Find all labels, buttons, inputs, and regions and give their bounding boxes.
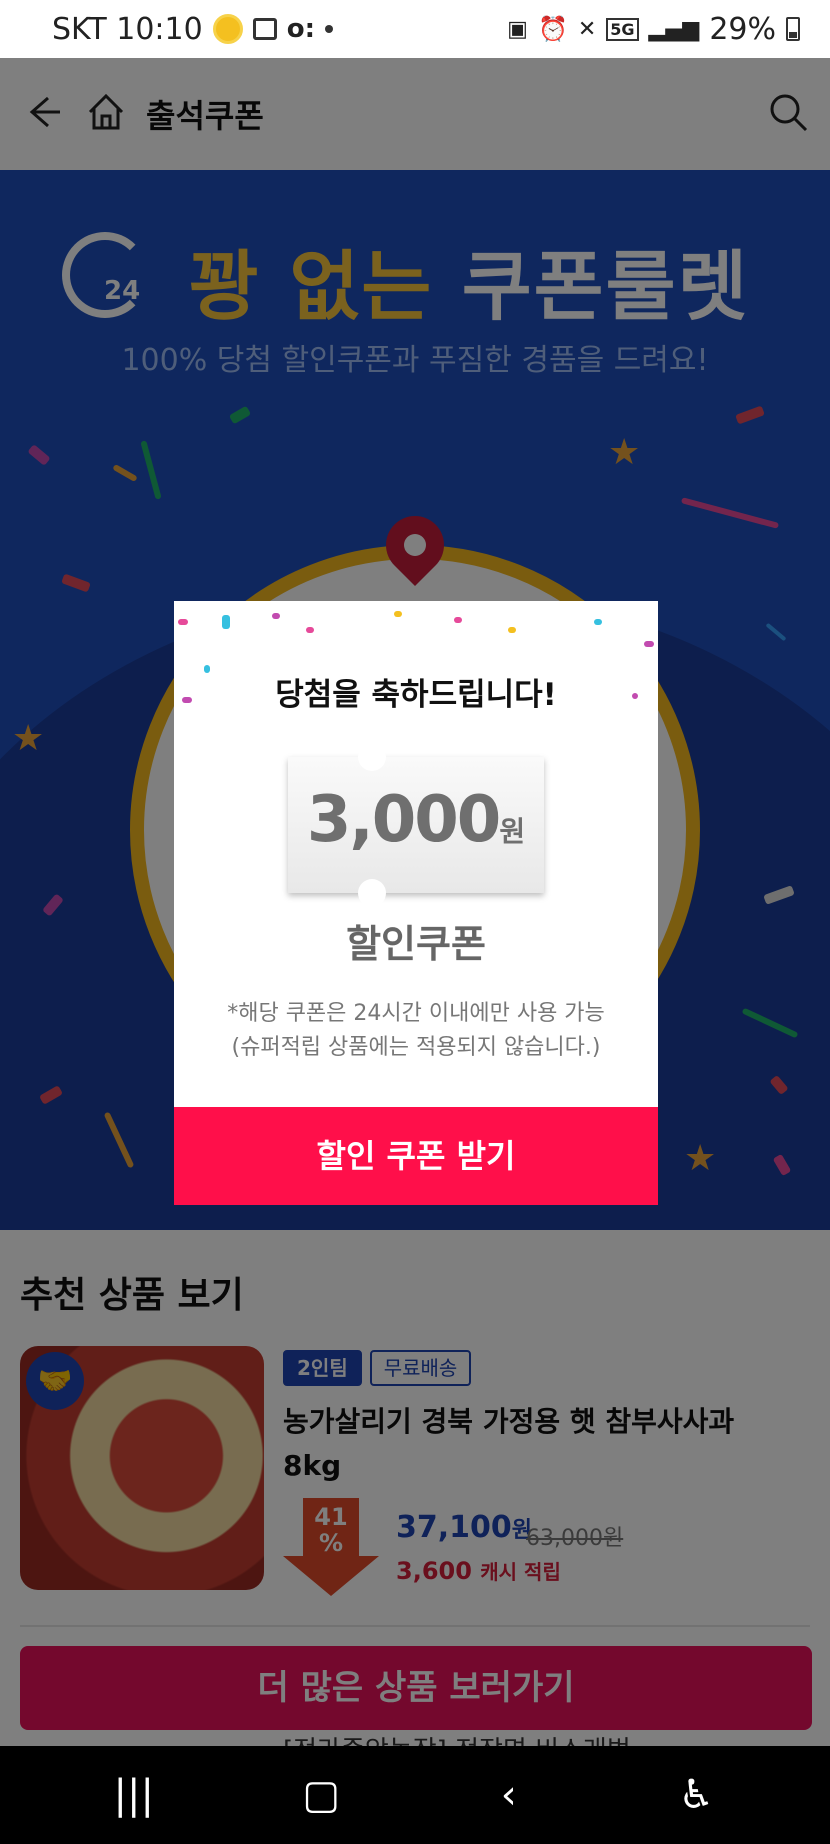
confetti (178, 619, 188, 625)
accessibility-icon[interactable]: ♿ (656, 1772, 736, 1818)
confetti (394, 611, 402, 617)
confetti (306, 627, 314, 633)
battery-icon (786, 17, 800, 41)
confetti (222, 615, 230, 629)
alarm-icon: ⏰ (537, 15, 568, 43)
coupon-amount-value: 3,000 (306, 783, 501, 857)
confetti (272, 613, 280, 619)
coupon-amount: 3,000원 (288, 783, 544, 857)
coupon-ticket: 3,000원 (288, 743, 544, 907)
win-coupon-modal: 당첨을 축하드립니다! 3,000원 할인쿠폰 *해당 쿠폰은 24시간 이내에… (174, 601, 658, 1205)
coupon-label: 할인쿠폰 (346, 922, 486, 966)
modal-title: 당첨을 축하드립니다! (275, 677, 557, 713)
battery-percent: 29% (709, 11, 776, 47)
home-button-icon[interactable]: ▢ (281, 1772, 361, 1818)
confetti (508, 627, 516, 633)
coupon-notice-line1: *해당 쿠폰은 24시간 이내에만 사용 가능 (227, 1001, 605, 1026)
back-button-icon[interactable]: ‹ (469, 1772, 549, 1818)
recent-apps-icon[interactable]: ||| (94, 1772, 174, 1818)
link-icon: o: (286, 14, 315, 44)
mute-icon: ✕ (577, 16, 597, 42)
confetti (644, 641, 654, 647)
coupon-amount-unit: 원 (499, 815, 526, 848)
carrier-time: SKT 10:10 (52, 11, 203, 47)
get-coupon-button[interactable]: 할인 쿠폰 받기 (174, 1107, 658, 1205)
coupon-notice-line2: (슈퍼적립 상품에는 적용되지 않습니다.) (231, 1035, 601, 1060)
confetti (454, 617, 462, 623)
status-bar: SKT 10:10 o: ▣ ⏰ ✕ 5G ▂▄▆ 29% (0, 0, 830, 58)
system-nav-bar: ||| ▢ ‹ ♿ (0, 1746, 830, 1844)
network-type: 5G (606, 17, 639, 41)
coupon-notice: *해당 쿠폰은 24시간 이내에만 사용 가능 (슈퍼적립 상품에는 적용되지 … (174, 997, 658, 1065)
confetti (594, 619, 602, 625)
gallery-icon (252, 18, 277, 40)
more-notifications-icon (324, 25, 333, 33)
nfc-icon: ▣ (507, 16, 528, 42)
weather-sun-icon (212, 14, 243, 44)
signal-icon: ▂▄▆ (648, 16, 700, 42)
